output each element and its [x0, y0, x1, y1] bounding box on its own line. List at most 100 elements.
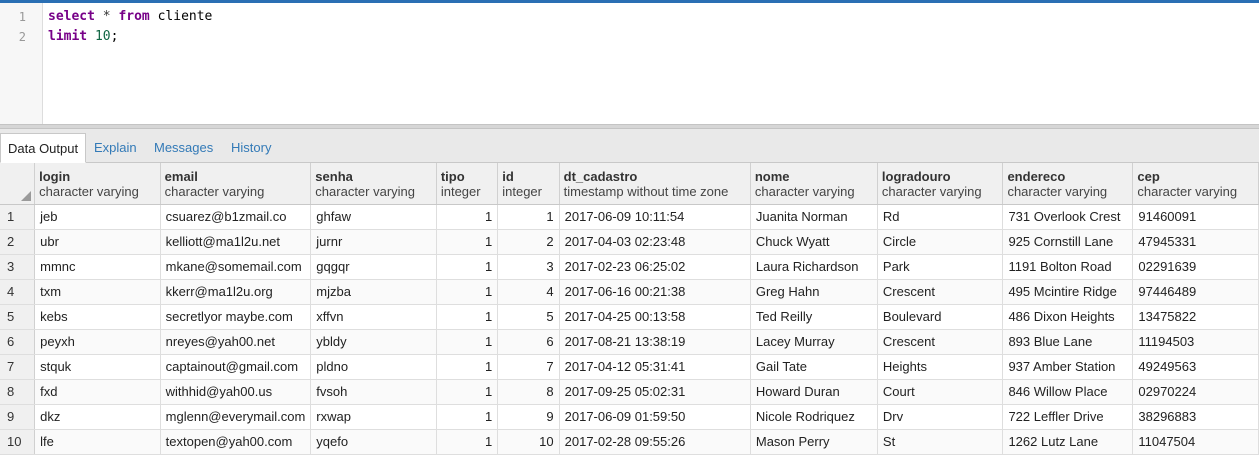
cell-endereco[interactable]: 846 Willow Place: [1002, 379, 1134, 405]
cell-endereco[interactable]: 925 Cornstill Lane: [1002, 229, 1134, 255]
cell-cep[interactable]: 49249563: [1132, 354, 1259, 380]
cell-login[interactable]: stquk: [34, 354, 161, 380]
table-row[interactable]: 8 fxd withhid@yah00.us fvsoh 1 8 2017-09-25 05…: [0, 379, 1259, 405]
cell-endereco[interactable]: 722 Leffler Drive: [1002, 404, 1134, 430]
cell-cep[interactable]: 47945331: [1132, 229, 1259, 255]
cell-cep[interactable]: 91460091: [1132, 204, 1259, 230]
code-line-1[interactable]: select * from cliente: [48, 9, 212, 24]
row-number-cell[interactable]: 9: [0, 404, 36, 430]
cell-login[interactable]: kebs: [34, 304, 161, 330]
cell-dt-cadastro[interactable]: 2017-06-09 01:59:50: [559, 404, 751, 430]
table-row[interactable]: 5 kebs secretlyor maybe.com xffvn 1 5 2017-04-…: [0, 304, 1259, 330]
cell-login[interactable]: jeb: [34, 204, 161, 230]
table-row[interactable]: 1 jeb csuarez@b1zmail.co ghfaw 1 1 2017-06-09 …: [0, 204, 1259, 230]
cell-tipo[interactable]: 1: [436, 304, 499, 330]
cell-logradouro[interactable]: Park: [877, 254, 1004, 280]
cell-tipo[interactable]: 1: [436, 204, 499, 230]
tab-data-output[interactable]: Data Output: [0, 133, 87, 163]
cell-nome[interactable]: Juanita Norman: [750, 204, 878, 230]
tab-messages[interactable]: Messages: [154, 133, 213, 163]
cell-senha[interactable]: rxwap: [310, 404, 437, 430]
cell-nome[interactable]: Ted Reilly: [750, 304, 878, 330]
cell-dt-cadastro[interactable]: 2017-04-25 00:13:58: [559, 304, 751, 330]
cell-logradouro[interactable]: Boulevard: [877, 304, 1004, 330]
cell-logradouro[interactable]: Drv: [877, 404, 1004, 430]
cell-logradouro[interactable]: Rd: [877, 204, 1004, 230]
cell-nome[interactable]: Gail Tate: [750, 354, 878, 380]
cell-logradouro[interactable]: Heights: [877, 354, 1004, 380]
cell-tipo[interactable]: 1: [436, 429, 499, 455]
column-header-logradouro[interactable]: logradouro character varying: [877, 163, 1004, 205]
row-number-cell[interactable]: 7: [0, 354, 36, 380]
row-number-cell[interactable]: 6: [0, 329, 36, 355]
cell-email[interactable]: mglenn@everymail.com: [160, 404, 312, 430]
tab-history[interactable]: History: [231, 133, 271, 163]
column-header-login[interactable]: login character varying: [34, 163, 161, 205]
cell-login[interactable]: lfe: [34, 429, 161, 455]
cell-id[interactable]: 3: [497, 254, 560, 280]
sql-editor[interactable]: 1 2 select * from cliente limit 10;: [0, 3, 1259, 124]
cell-dt-cadastro[interactable]: 2017-04-12 05:31:41: [559, 354, 751, 380]
cell-email[interactable]: captainout@gmail.com: [160, 354, 312, 380]
cell-nome[interactable]: Greg Hahn: [750, 279, 878, 305]
table-row[interactable]: 2 ubr kelliott@ma1l2u.net jurnr 1 2 2017-04-03…: [0, 229, 1259, 255]
cell-email[interactable]: csuarez@b1zmail.co: [160, 204, 312, 230]
code-line-2[interactable]: limit 10;: [48, 29, 118, 44]
column-header-dt-cadastro[interactable]: dt_cadastro timestamp without time zone: [559, 163, 751, 205]
cell-dt-cadastro[interactable]: 2017-08-21 13:38:19: [559, 329, 751, 355]
cell-dt-cadastro[interactable]: 2017-09-25 05:02:31: [559, 379, 751, 405]
cell-dt-cadastro[interactable]: 2017-04-03 02:23:48: [559, 229, 751, 255]
row-number-cell[interactable]: 8: [0, 379, 36, 405]
cell-email[interactable]: kelliott@ma1l2u.net: [160, 229, 312, 255]
cell-cep[interactable]: 02291639: [1132, 254, 1259, 280]
cell-email[interactable]: nreyes@yah00.net: [160, 329, 312, 355]
table-row[interactable]: 10 lfe textopen@yah00.com yqefo 1 10 2017-02-2…: [0, 429, 1259, 455]
cell-tipo[interactable]: 1: [436, 279, 499, 305]
cell-senha[interactable]: yqefo: [310, 429, 437, 455]
cell-senha[interactable]: ybldy: [310, 329, 437, 355]
cell-id[interactable]: 4: [497, 279, 560, 305]
cell-nome[interactable]: Mason Perry: [750, 429, 878, 455]
row-number-cell[interactable]: 3: [0, 254, 36, 280]
cell-login[interactable]: mmnc: [34, 254, 161, 280]
column-header-cep[interactable]: cep character varying: [1132, 163, 1259, 205]
cell-cep[interactable]: 38296883: [1132, 404, 1259, 430]
cell-tipo[interactable]: 1: [436, 254, 499, 280]
cell-nome[interactable]: Laura Richardson: [750, 254, 878, 280]
cell-tipo[interactable]: 1: [436, 329, 499, 355]
cell-id[interactable]: 1: [497, 204, 560, 230]
cell-id[interactable]: 8: [497, 379, 560, 405]
cell-senha[interactable]: xffvn: [310, 304, 437, 330]
row-number-cell[interactable]: 5: [0, 304, 36, 330]
cell-senha[interactable]: jurnr: [310, 229, 437, 255]
cell-endereco[interactable]: 495 Mcintire Ridge: [1002, 279, 1134, 305]
row-number-cell[interactable]: 1: [0, 204, 36, 230]
cell-senha[interactable]: mjzba: [310, 279, 437, 305]
cell-endereco[interactable]: 1262 Lutz Lane: [1002, 429, 1134, 455]
cell-logradouro[interactable]: St: [877, 429, 1004, 455]
column-header-nome[interactable]: nome character varying: [750, 163, 878, 205]
cell-login[interactable]: dkz: [34, 404, 161, 430]
cell-endereco[interactable]: 1191 Bolton Road: [1002, 254, 1134, 280]
cell-dt-cadastro[interactable]: 2017-02-28 09:55:26: [559, 429, 751, 455]
row-number-cell[interactable]: 10: [0, 429, 36, 455]
cell-login[interactable]: peyxh: [34, 329, 161, 355]
cell-endereco[interactable]: 937 Amber Station: [1002, 354, 1134, 380]
cell-login[interactable]: txm: [34, 279, 161, 305]
row-number-cell[interactable]: 4: [0, 279, 36, 305]
tab-explain[interactable]: Explain: [94, 133, 137, 163]
cell-tipo[interactable]: 1: [436, 354, 499, 380]
cell-id[interactable]: 6: [497, 329, 560, 355]
cell-dt-cadastro[interactable]: 2017-06-16 00:21:38: [559, 279, 751, 305]
cell-id[interactable]: 9: [497, 404, 560, 430]
cell-email[interactable]: secretlyor maybe.com: [160, 304, 312, 330]
cell-endereco[interactable]: 731 Overlook Crest: [1002, 204, 1134, 230]
cell-login[interactable]: ubr: [34, 229, 161, 255]
cell-email[interactable]: mkane@somemail.com: [160, 254, 312, 280]
row-number-cell[interactable]: 2: [0, 229, 36, 255]
cell-id[interactable]: 5: [497, 304, 560, 330]
table-row[interactable]: 4 txm kkerr@ma1l2u.org mjzba 1 4 2017-06-16 00…: [0, 279, 1259, 305]
cell-dt-cadastro[interactable]: 2017-02-23 06:25:02: [559, 254, 751, 280]
cell-email[interactable]: withhid@yah00.us: [160, 379, 312, 405]
cell-login[interactable]: fxd: [34, 379, 161, 405]
